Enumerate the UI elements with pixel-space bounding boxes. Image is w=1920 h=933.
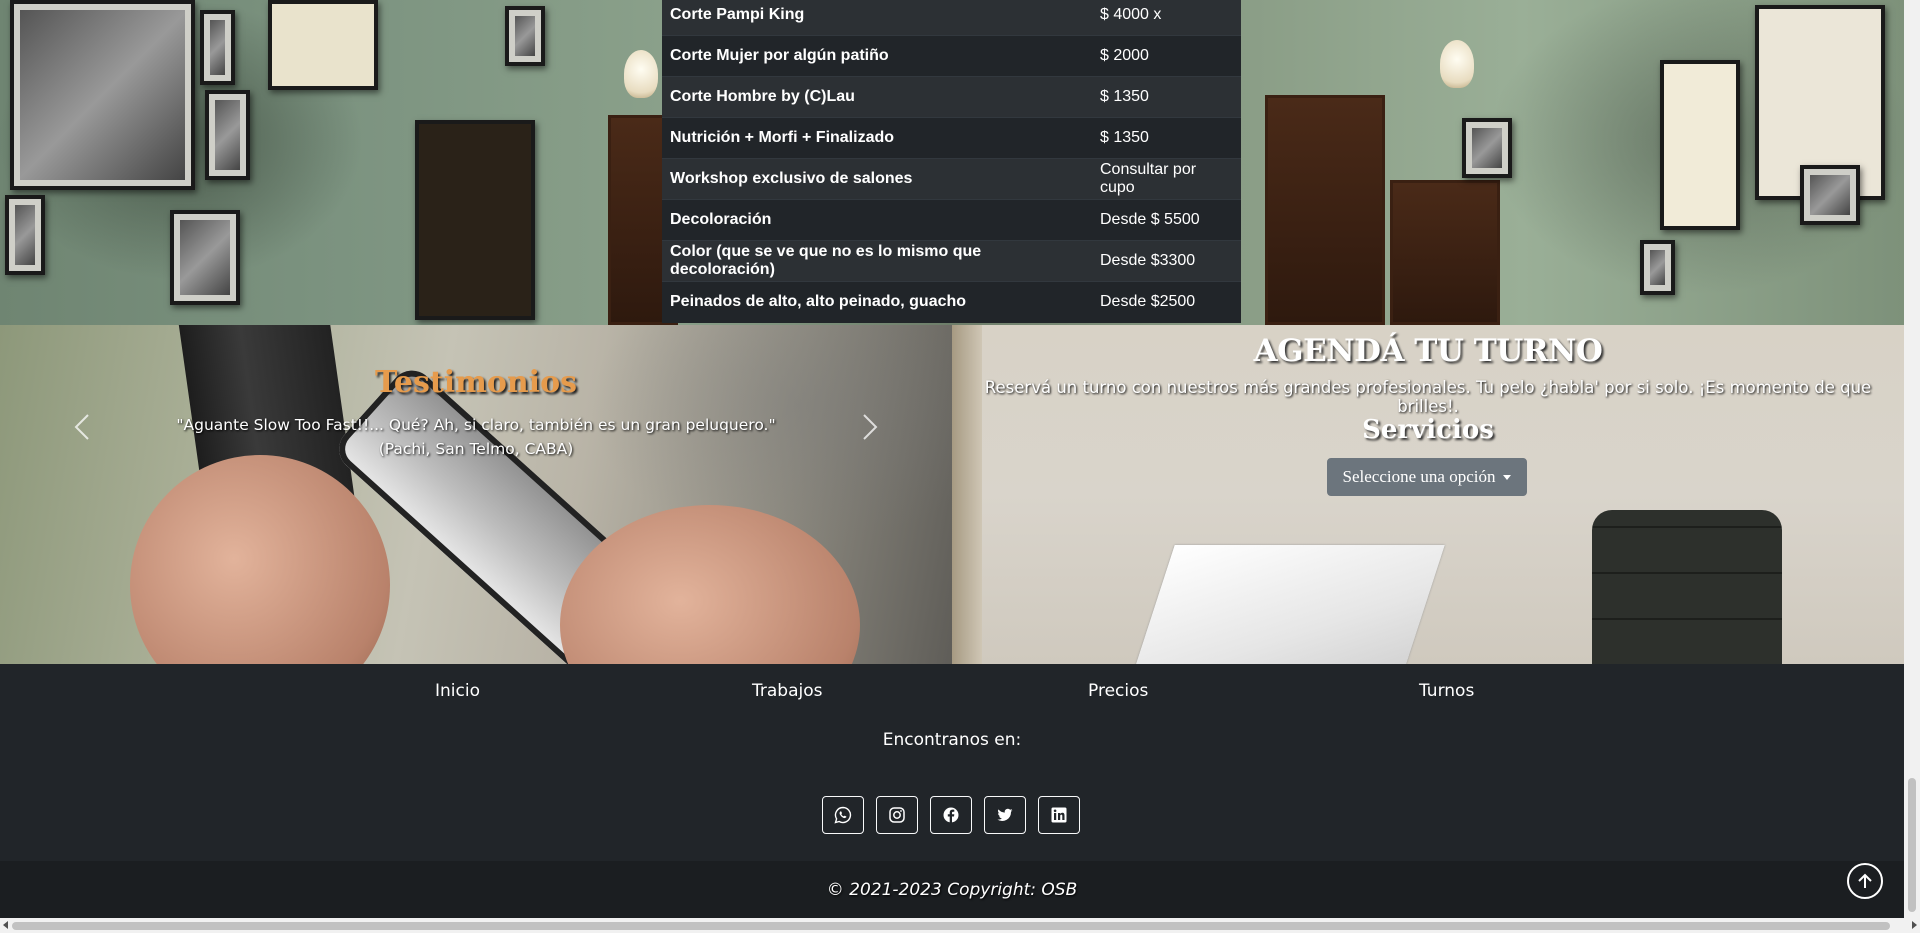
testimonial-quote: "Aguante Slow Too Fast!!... Qué? Ah, si … xyxy=(170,413,782,461)
service-name: Workshop exclusivo de salones xyxy=(662,158,1092,200)
service-price: Desde $2500 xyxy=(1092,281,1241,323)
service-name: Corte Mujer por algún patiño xyxy=(662,35,1092,77)
price-row: Corte Hombre by (C)Lau $ 1350 xyxy=(662,76,1241,118)
booking-section: AGENDÁ TU TURNO Reservá un turno con nue… xyxy=(952,325,1904,664)
service-name: Nutrición + Morfi + Finalizado xyxy=(662,117,1092,159)
wall-frame xyxy=(200,10,235,85)
eagle-poster xyxy=(268,0,378,90)
back-to-top-button[interactable] xyxy=(1847,863,1883,899)
wall-frame xyxy=(1640,240,1675,295)
whatsapp-icon xyxy=(834,806,852,824)
service-name: Color (que se ve que no es lo mismo que … xyxy=(662,240,1092,282)
booking-description: Reservá un turno con nuestros más grande… xyxy=(984,378,1872,416)
cabinet xyxy=(1265,95,1385,325)
service-price: $ 2000 xyxy=(1092,35,1241,77)
footer-link-turnos[interactable]: Turnos xyxy=(1419,681,1474,701)
wall-frame xyxy=(1462,118,1512,178)
facebook-icon xyxy=(943,807,959,823)
door-edge xyxy=(952,325,982,664)
price-row: Color (que se ve que no es lo mismo que … xyxy=(662,240,1241,282)
linkedin-icon xyxy=(1051,807,1067,823)
scroll-right-icon[interactable] xyxy=(1912,921,1917,929)
service-price: Consultar por cupo xyxy=(1092,158,1241,200)
wall-lamp xyxy=(1440,40,1474,88)
social-links xyxy=(822,796,1080,834)
services-dropdown-label: Seleccione una opción xyxy=(1342,467,1496,486)
footer-link-precios[interactable]: Precios xyxy=(1088,681,1148,701)
price-row: Workshop exclusivo de salones Consultar p… xyxy=(662,158,1241,200)
pomade-sign xyxy=(415,120,535,320)
service-name: Decoloración xyxy=(662,199,1092,241)
horizontal-scrollbar[interactable] xyxy=(0,918,1920,933)
wall-frame xyxy=(10,0,195,190)
price-row: Nutrición + Morfi + Finalizado $ 1350 xyxy=(662,117,1241,159)
service-name: Corte Hombre by (C)Lau xyxy=(662,76,1092,118)
wall-frame xyxy=(1800,165,1860,225)
service-price: $ 4000 x xyxy=(1092,0,1241,36)
testimonials-title: Testimonios xyxy=(375,365,577,400)
copyright-text: © 2021-2023 Copyright: OSB xyxy=(826,879,1078,900)
service-name: Peinados de alto, alto peinado, guacho xyxy=(662,281,1092,323)
services-title: Servicios xyxy=(1362,415,1494,445)
testimonials-carousel: Testimonios "Aguante Slow Too Fast!!... … xyxy=(0,325,952,664)
price-row: Corte Mujer por algún patiño $ 2000 xyxy=(662,35,1241,77)
copyright-bar: © 2021-2023 Copyright: OSB xyxy=(0,861,1904,918)
service-name: Corte Pampi King xyxy=(662,0,1092,36)
wall-frame xyxy=(170,210,240,305)
arrow-up-icon xyxy=(1858,873,1872,888)
caret-down-icon xyxy=(1503,474,1512,480)
hand-image xyxy=(560,505,860,664)
scrollbar-thumb[interactable] xyxy=(1908,778,1916,912)
scrollbar-thumb[interactable] xyxy=(12,922,1890,930)
footer-link-trabajos[interactable]: Trabajos xyxy=(752,681,822,701)
quote-author: (Pachi, San Telmo, CABA) xyxy=(378,440,574,458)
twitter-button[interactable] xyxy=(984,796,1026,834)
desk-image xyxy=(1129,545,1445,664)
wall-frame xyxy=(205,90,250,180)
price-table: Corte Pampi King $ 4000 x Corte Mujer por … xyxy=(662,0,1241,323)
whatsapp-button[interactable] xyxy=(822,796,864,834)
service-price: Desde $ 5500 xyxy=(1092,199,1241,241)
services-dropdown[interactable]: Seleccione una opción xyxy=(1327,458,1527,496)
price-row: Peinados de alto, alto peinado, guacho De… xyxy=(662,281,1241,323)
facebook-button[interactable] xyxy=(930,796,972,834)
quote-text: "Aguante Slow Too Fast!!... Qué? Ah, si … xyxy=(176,416,776,434)
price-row: Decoloración Desde $ 5500 xyxy=(662,199,1241,241)
chevron-right-icon xyxy=(863,414,878,440)
carousel-next-button[interactable] xyxy=(850,407,890,447)
instagram-icon xyxy=(889,807,905,823)
chair-image xyxy=(1592,510,1782,664)
cabinet xyxy=(1390,180,1500,325)
service-price: $ 1350 xyxy=(1092,117,1241,159)
find-us-text: Encontranos en: xyxy=(882,730,1022,750)
wall-lamp xyxy=(624,50,658,98)
instagram-button[interactable] xyxy=(876,796,918,834)
twitter-icon xyxy=(997,808,1013,821)
footer: Inicio Trabajos Precios Turnos Encontran… xyxy=(0,664,1904,861)
scroll-left-icon[interactable] xyxy=(3,921,8,929)
chevron-left-icon xyxy=(74,414,89,440)
wall-frame xyxy=(505,6,545,66)
booking-title: AGENDÁ TU TURNO xyxy=(1253,333,1603,369)
price-row: Corte Pampi King $ 4000 x xyxy=(662,0,1241,36)
vertical-scrollbar[interactable] xyxy=(1904,0,1920,918)
wall-frame xyxy=(1660,60,1740,230)
linkedin-button[interactable] xyxy=(1038,796,1080,834)
carousel-prev-button[interactable] xyxy=(62,407,102,447)
service-price: Desde $3300 xyxy=(1092,240,1241,282)
footer-link-inicio[interactable]: Inicio xyxy=(435,681,480,701)
wall-frame xyxy=(5,195,45,275)
service-price: $ 1350 xyxy=(1092,76,1241,118)
